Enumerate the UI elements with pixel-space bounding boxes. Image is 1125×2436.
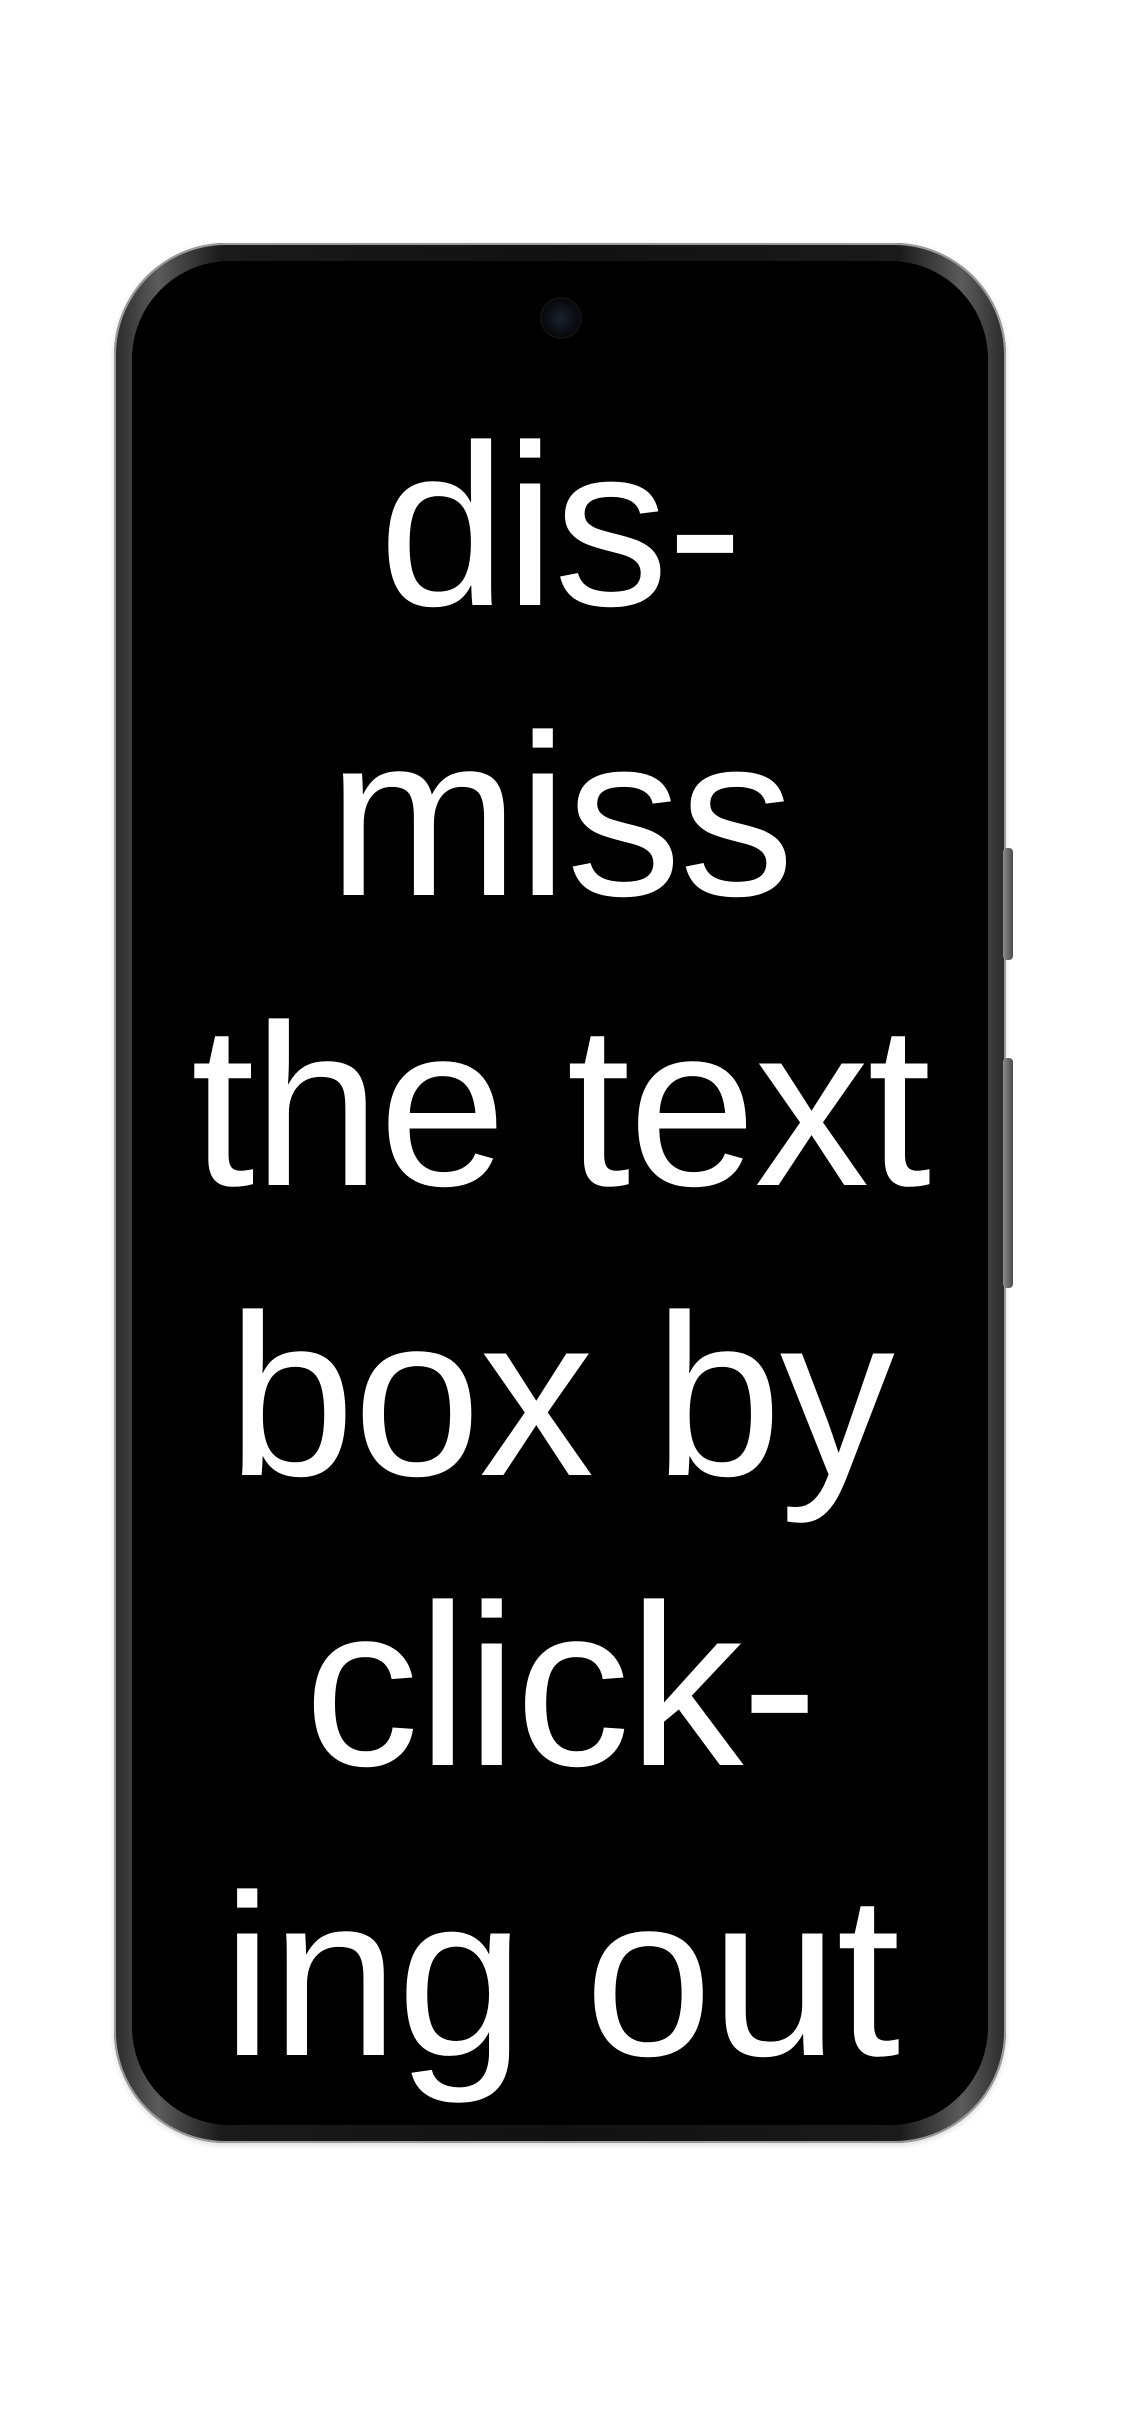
message-line: ing out (221, 1847, 901, 2104)
message-line: dis- (378, 397, 744, 654)
phone-screen: dis- miss the text box by click- ing out (132, 261, 988, 2125)
message-line: the text (190, 977, 931, 1234)
message-line: box by (227, 1267, 895, 1524)
power-button (1003, 1058, 1013, 1288)
phone-frame: dis- miss the text box by click- ing out (114, 243, 1006, 2143)
message-line: click- (304, 1557, 818, 1814)
instruction-message: dis- miss the text box by click- ing out (132, 261, 988, 2125)
message-line: miss (327, 687, 795, 944)
volume-button (1003, 848, 1013, 960)
front-camera-icon (540, 297, 582, 339)
